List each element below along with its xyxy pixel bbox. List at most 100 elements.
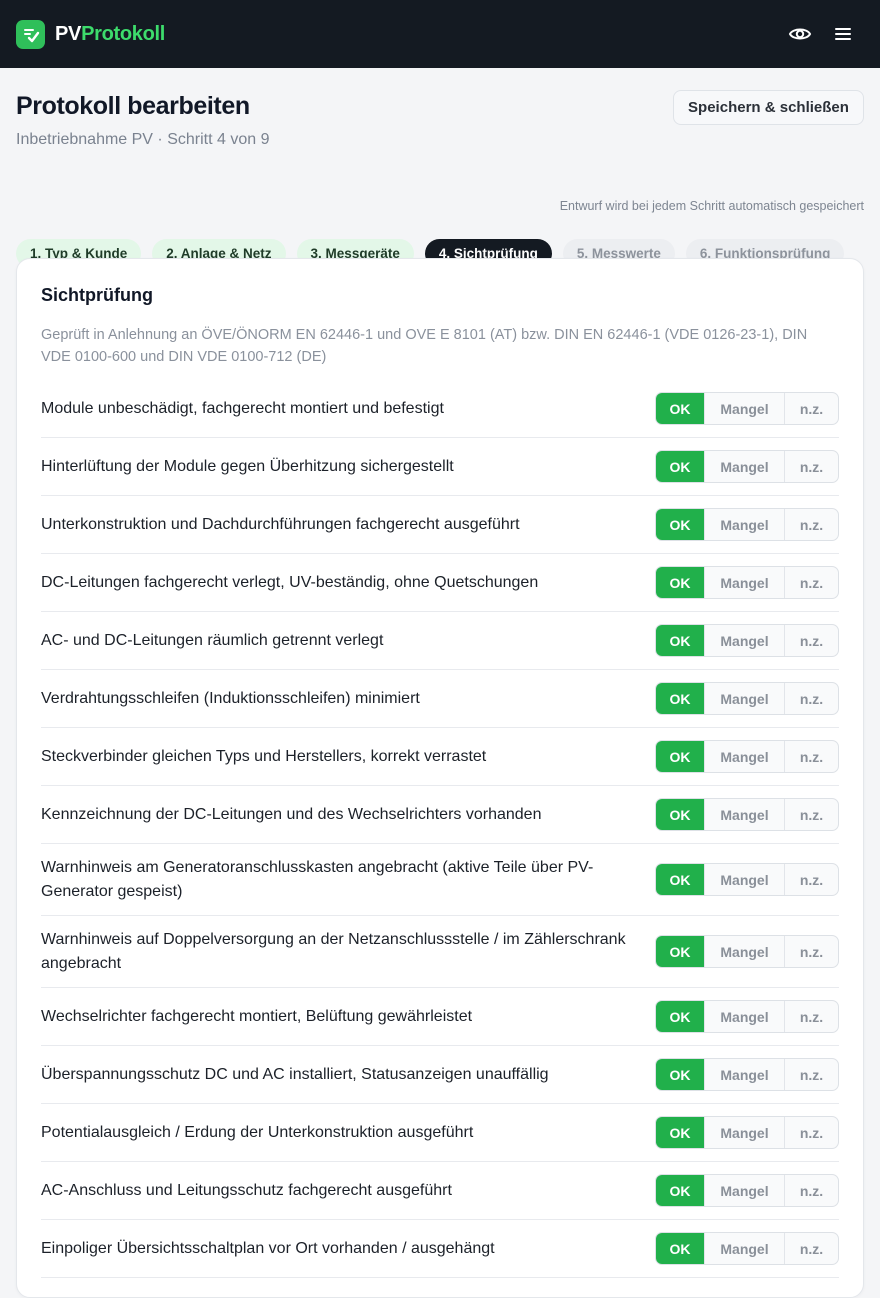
mangel-option[interactable]: Mangel xyxy=(704,567,784,598)
mangel-option[interactable]: Mangel xyxy=(704,1059,784,1090)
nz-option[interactable]: n.z. xyxy=(784,1001,838,1032)
checklist-item-label: Hinterlüftung der Module gegen Überhitzu… xyxy=(41,457,454,475)
checklist-row: Unterkonstruktion und Dachdurchführungen… xyxy=(41,496,839,554)
checklist-row: Kennzeichnung der DC-Leitungen und des W… xyxy=(41,786,839,844)
eye-icon[interactable] xyxy=(788,25,812,43)
mangel-option[interactable]: Mangel xyxy=(704,864,784,895)
brand-name-pv: PV xyxy=(55,22,82,45)
result-segmented-control: OK Mangel n.z. xyxy=(655,1000,839,1033)
nz-option[interactable]: n.z. xyxy=(784,625,838,656)
checklist-item-label: Warnhinweis am Generatoranschlusskasten … xyxy=(41,858,594,900)
nz-option[interactable]: n.z. xyxy=(784,393,838,424)
mangel-option[interactable]: Mangel xyxy=(704,799,784,830)
page-subtitle: Inbetriebnahme PV · Schritt 4 von 9 xyxy=(16,131,270,148)
result-segmented-control: OK Mangel n.z. xyxy=(655,798,839,831)
section-title: Sichtprüfung xyxy=(41,285,153,305)
mangel-option[interactable]: Mangel xyxy=(704,741,784,772)
mangel-option[interactable]: Mangel xyxy=(704,1001,784,1032)
checklist: Module unbeschädigt, fachgerecht montier… xyxy=(41,380,839,1278)
result-segmented-control: OK Mangel n.z. xyxy=(655,1232,839,1265)
mangel-option[interactable]: Mangel xyxy=(704,625,784,656)
checklist-row: Wechselrichter fachgerecht montiert, Bel… xyxy=(41,988,839,1046)
checklist-item-label: Unterkonstruktion und Dachdurchführungen… xyxy=(41,515,520,533)
nz-option[interactable]: n.z. xyxy=(784,1117,838,1148)
ok-option[interactable]: OK xyxy=(656,799,704,830)
mangel-option[interactable]: Mangel xyxy=(704,1233,784,1264)
result-segmented-control: OK Mangel n.z. xyxy=(655,450,839,483)
checklist-item-label: DC-Leitungen fachgerecht verlegt, UV-bes… xyxy=(41,573,539,591)
mangel-option[interactable]: Mangel xyxy=(704,451,784,482)
nz-option[interactable]: n.z. xyxy=(784,936,838,967)
checklist-item-label: Verdrahtungsschleifen (Induktionsschleif… xyxy=(41,689,420,707)
page-header: Protokoll bearbeiten Inbetriebnahme PV ·… xyxy=(0,68,880,304)
checklist-row: Verdrahtungsschleifen (Induktionsschleif… xyxy=(41,670,839,728)
ok-option[interactable]: OK xyxy=(656,393,704,424)
top-actions xyxy=(788,25,852,43)
checklist-row: Überspannungsschutz DC und AC installier… xyxy=(41,1046,839,1104)
save-and-close-button[interactable]: Speichern & schließen xyxy=(673,90,864,125)
inspection-card: Sichtprüfung Geprüft in Anlehnung an ÖVE… xyxy=(16,258,864,1298)
menu-icon[interactable] xyxy=(834,26,852,42)
mangel-option[interactable]: Mangel xyxy=(704,1117,784,1148)
ok-option[interactable]: OK xyxy=(656,625,704,656)
ok-option[interactable]: OK xyxy=(656,1001,704,1032)
checklist-row: Potentialausgleich / Erdung der Unterkon… xyxy=(41,1104,839,1162)
mangel-option[interactable]: Mangel xyxy=(704,393,784,424)
result-segmented-control: OK Mangel n.z. xyxy=(655,1058,839,1091)
mangel-option[interactable]: Mangel xyxy=(704,683,784,714)
checklist-item-label: Potentialausgleich / Erdung der Unterkon… xyxy=(41,1123,474,1141)
checklist-item-label: Einpoliger Übersichtsschaltplan vor Ort … xyxy=(41,1239,495,1257)
mangel-option[interactable]: Mangel xyxy=(704,936,784,967)
nz-option[interactable]: n.z. xyxy=(784,741,838,772)
result-segmented-control: OK Mangel n.z. xyxy=(655,1174,839,1207)
checklist-item-label: Überspannungsschutz DC und AC installier… xyxy=(41,1065,549,1083)
checklist-row: Module unbeschädigt, fachgerecht montier… xyxy=(41,380,839,438)
result-segmented-control: OK Mangel n.z. xyxy=(655,740,839,773)
checklist-row: Einpoliger Übersichtsschaltplan vor Ort … xyxy=(41,1220,839,1278)
ok-option[interactable]: OK xyxy=(656,567,704,598)
section-note: Geprüft in Anlehnung an ÖVE/ÖNORM EN 624… xyxy=(41,327,808,365)
logo-check-icon xyxy=(16,19,45,49)
checklist-item-label: Module unbeschädigt, fachgerecht montier… xyxy=(41,399,444,417)
checklist-row: AC-Anschluss und Leitungsschutz fachgere… xyxy=(41,1162,839,1220)
ok-option[interactable]: OK xyxy=(656,936,704,967)
ok-option[interactable]: OK xyxy=(656,1233,704,1264)
result-segmented-control: OK Mangel n.z. xyxy=(655,508,839,541)
checklist-item-label: Warnhinweis auf Doppelversorgung an der … xyxy=(41,930,626,972)
ok-option[interactable]: OK xyxy=(656,509,704,540)
checklist-item-label: AC- und DC-Leitungen räumlich getrennt v… xyxy=(41,631,384,649)
brand[interactable]: PVProtokoll xyxy=(16,19,165,49)
result-segmented-control: OK Mangel n.z. xyxy=(655,1116,839,1149)
ok-option[interactable]: OK xyxy=(656,864,704,895)
nz-option[interactable]: n.z. xyxy=(784,509,838,540)
result-segmented-control: OK Mangel n.z. xyxy=(655,935,839,968)
mangel-option[interactable]: Mangel xyxy=(704,1175,784,1206)
result-segmented-control: OK Mangel n.z. xyxy=(655,566,839,599)
result-segmented-control: OK Mangel n.z. xyxy=(655,392,839,425)
ok-option[interactable]: OK xyxy=(656,451,704,482)
nz-option[interactable]: n.z. xyxy=(784,1233,838,1264)
ok-option[interactable]: OK xyxy=(656,1175,704,1206)
result-segmented-control: OK Mangel n.z. xyxy=(655,624,839,657)
top-bar: PVProtokoll xyxy=(0,0,880,68)
nz-option[interactable]: n.z. xyxy=(784,1175,838,1206)
nz-option[interactable]: n.z. xyxy=(784,1059,838,1090)
checklist-row: Hinterlüftung der Module gegen Überhitzu… xyxy=(41,438,839,496)
ok-option[interactable]: OK xyxy=(656,683,704,714)
nz-option[interactable]: n.z. xyxy=(784,567,838,598)
nz-option[interactable]: n.z. xyxy=(784,864,838,895)
mangel-option[interactable]: Mangel xyxy=(704,509,784,540)
nz-option[interactable]: n.z. xyxy=(784,451,838,482)
brand-name: PVProtokoll xyxy=(55,23,165,46)
nz-option[interactable]: n.z. xyxy=(784,799,838,830)
autosave-note: Entwurf wird bei jedem Schritt automatis… xyxy=(559,199,864,213)
ok-option[interactable]: OK xyxy=(656,1059,704,1090)
ok-option[interactable]: OK xyxy=(656,1117,704,1148)
nz-option[interactable]: n.z. xyxy=(784,683,838,714)
checklist-row: Steckverbinder gleichen Typs und Herstel… xyxy=(41,728,839,786)
checklist-row: DC-Leitungen fachgerecht verlegt, UV-bes… xyxy=(41,554,839,612)
checklist-item-label: Wechselrichter fachgerecht montiert, Bel… xyxy=(41,1007,473,1025)
checklist-item-label: AC-Anschluss und Leitungsschutz fachgere… xyxy=(41,1181,452,1199)
ok-option[interactable]: OK xyxy=(656,741,704,772)
checklist-item-label: Kennzeichnung der DC-Leitungen und des W… xyxy=(41,805,542,823)
